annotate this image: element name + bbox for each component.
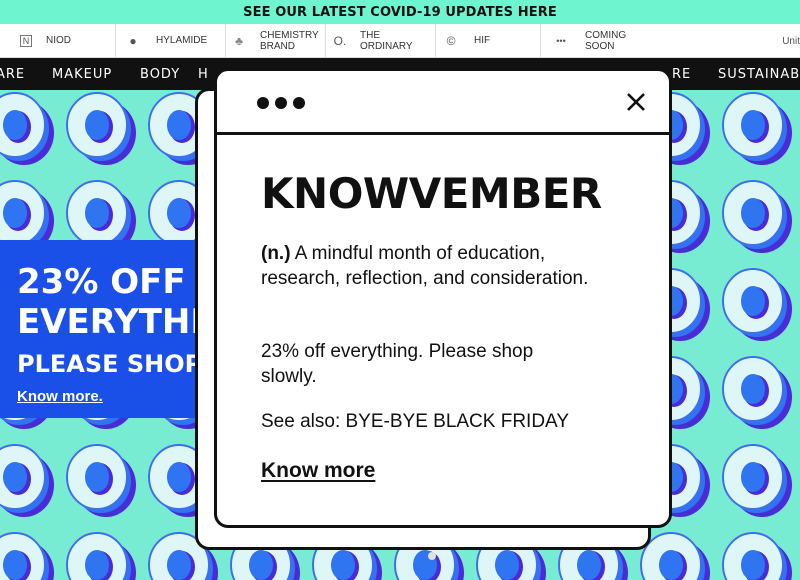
hylamide-icon: ● — [129, 33, 137, 48]
units-label: Unit — [782, 35, 800, 47]
brand-label: HIF — [474, 35, 491, 46]
brand-bar: N NIOD ● HYLAMIDE ♣ CHEMISTRY BRAND O. T… — [0, 23, 800, 58]
definition-text: A mindful month of education, research, … — [261, 243, 589, 289]
brand-chemistry[interactable]: ♣ CHEMISTRY BRAND — [225, 23, 325, 58]
promo-line-3: PLEASE SHOP — [17, 350, 203, 378]
modal-see-also: See also: BYE-BYE BLACK FRIDAY — [261, 411, 569, 432]
promo-know-more-link[interactable]: Know more. — [17, 388, 103, 405]
brand-label: THE ORDINARY — [360, 29, 413, 52]
promo-panel: 23% OFF EVERYTHI PLEASE SHOP Know more. — [0, 240, 205, 418]
nav-item-skincare[interactable]: ARE — [0, 67, 25, 82]
definition-part-of-speech: (n.) — [261, 243, 291, 264]
modal-definition: (n.) A mindful month of education, resea… — [261, 241, 621, 291]
brand-coming-soon[interactable]: ••• COMING SOON — [540, 23, 650, 58]
nav-item-body[interactable]: BODY — [140, 67, 180, 82]
brand-hylamide[interactable]: ● HYLAMIDE — [115, 23, 225, 58]
close-icon[interactable] — [625, 91, 647, 113]
brand-niod[interactable]: N NIOD — [0, 24, 115, 58]
nav-item-sustainability[interactable]: SUSTAINAB — [718, 67, 800, 82]
brand-the-ordinary[interactable]: O. THE ORDINARY — [325, 23, 435, 58]
the-ordinary-icon: O. — [333, 33, 347, 48]
know-more-link[interactable]: Know more — [261, 459, 375, 483]
modal-header — [217, 71, 669, 135]
brand-label: COMING SOON — [585, 29, 627, 52]
promo-line-2: EVERYTHI — [17, 302, 204, 342]
promo-line-1: 23% OFF — [17, 262, 186, 302]
window-dots-icon — [257, 97, 305, 109]
nav-item-hair[interactable]: H — [198, 67, 209, 82]
modal-title: KNOWVEMBER — [261, 169, 602, 218]
brand-hif[interactable]: © HIF — [435, 23, 540, 58]
coming-soon-icon: ••• — [556, 35, 566, 46]
hif-icon: © — [446, 33, 456, 48]
chemistry-brand-icon: ♣ — [235, 33, 243, 48]
niod-icon: N — [20, 34, 32, 47]
modal-offer-text: 23% off everything. Please shop slowly. — [261, 341, 534, 387]
knowvember-modal: KNOWVEMBER (n.) A mindful month of educa… — [214, 68, 672, 528]
units-selector[interactable]: Unit — [782, 24, 800, 58]
nav-item-more[interactable]: RE — [672, 67, 691, 82]
brand-label: HYLAMIDE — [156, 35, 208, 46]
covid-updates-banner[interactable]: SEE OUR LATEST COVID-19 UPDATES HERE — [0, 0, 800, 24]
nav-item-makeup[interactable]: MAKEUP — [52, 67, 112, 82]
carousel-dot[interactable] — [428, 552, 436, 560]
brand-label: NIOD — [46, 35, 71, 46]
brand-label: CHEMISTRY BRAND — [260, 29, 319, 52]
